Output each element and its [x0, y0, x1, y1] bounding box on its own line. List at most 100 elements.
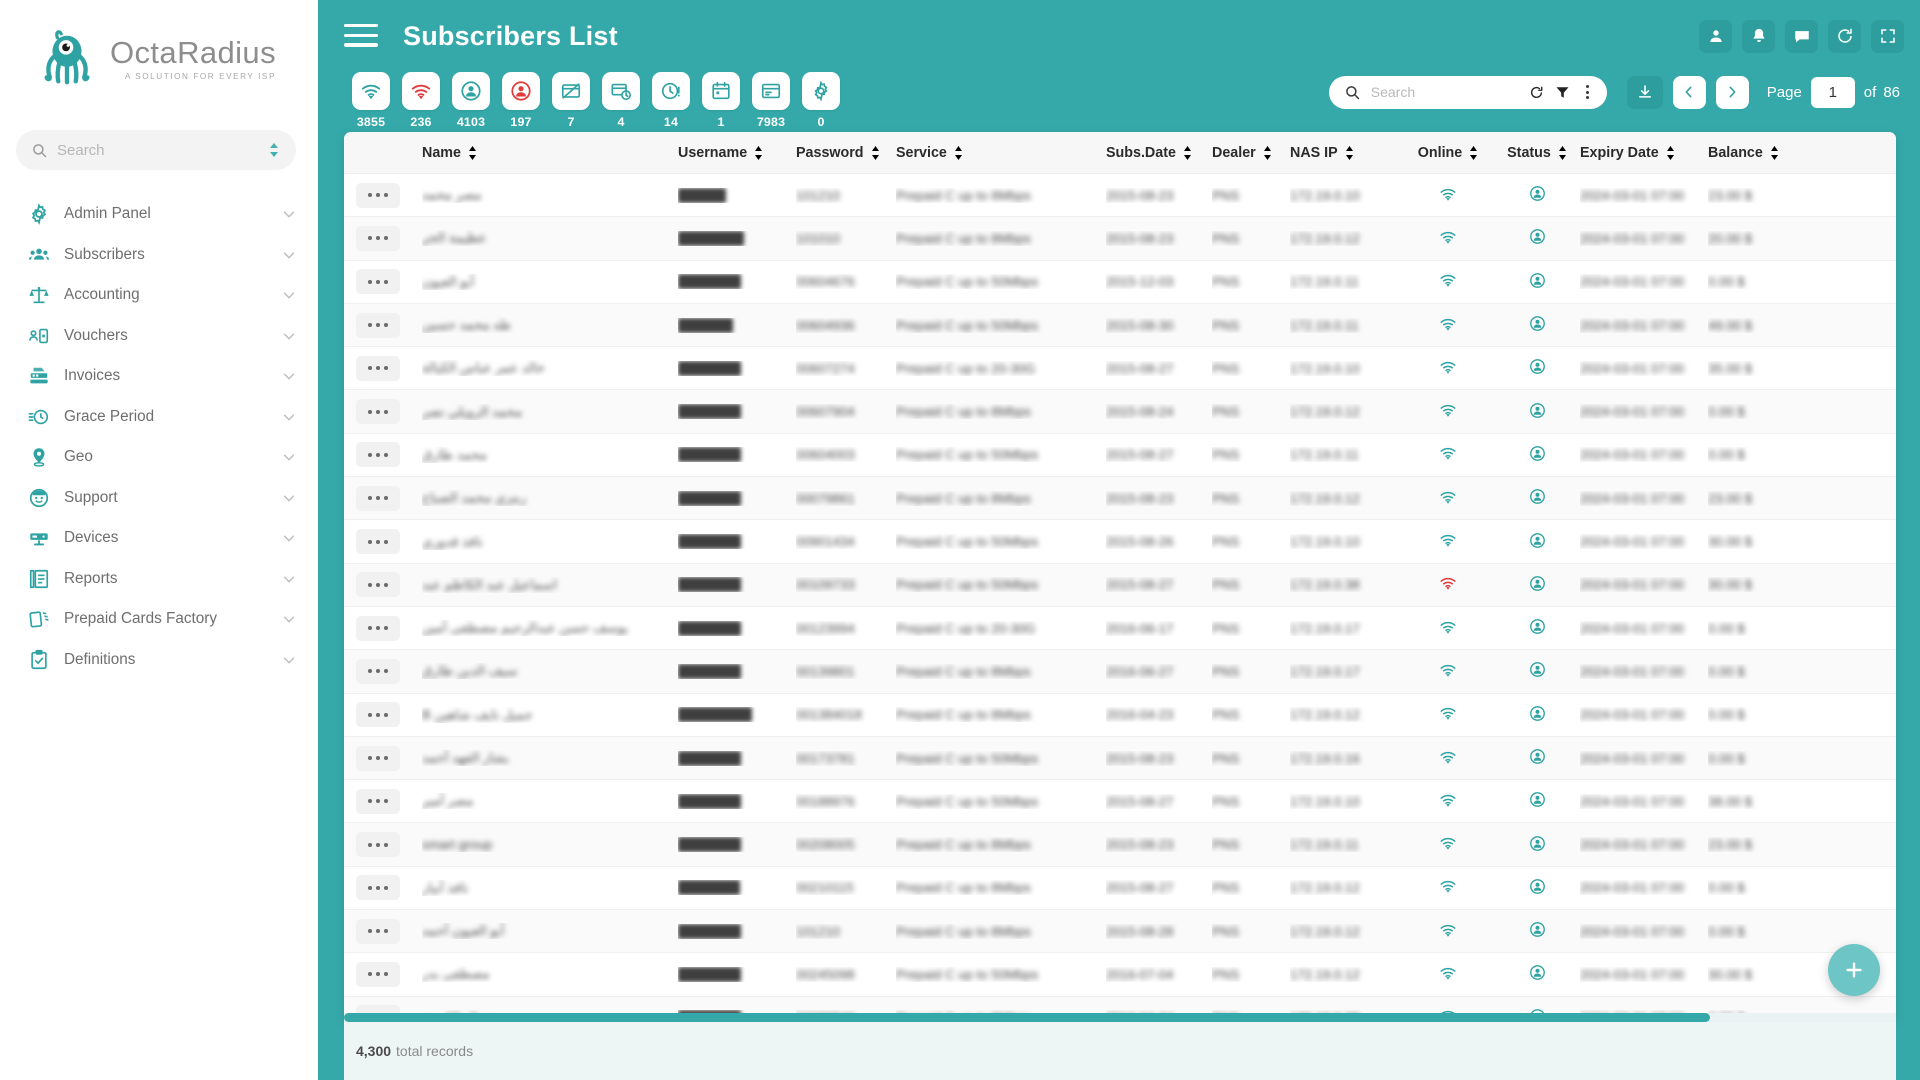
stat-settings[interactable]: 0: [802, 72, 840, 129]
sidebar-item-admin-panel[interactable]: Admin Panel: [0, 194, 318, 235]
add-subscriber-button[interactable]: [1828, 944, 1880, 996]
row-actions-button[interactable]: [356, 615, 400, 641]
chevron-down-icon[interactable]: [282, 491, 296, 505]
account-button[interactable]: [1699, 19, 1732, 53]
sidebar-item-vouchers[interactable]: Vouchers: [0, 316, 318, 357]
sidebar-item-subscribers[interactable]: Subscribers: [0, 235, 318, 276]
row-actions-button[interactable]: [356, 312, 400, 338]
chevron-down-icon[interactable]: [282, 288, 296, 302]
sidebar-item-invoices[interactable]: Invoices: [0, 356, 318, 397]
row-actions-button[interactable]: [356, 788, 400, 814]
download-button[interactable]: [1626, 75, 1663, 109]
messages-button[interactable]: [1785, 19, 1818, 53]
row-actions-button[interactable]: [356, 225, 400, 251]
prev-page-button[interactable]: [1672, 75, 1706, 109]
stat-wifi-online[interactable]: 3855: [352, 72, 390, 129]
chevron-down-icon[interactable]: [282, 410, 296, 424]
row-actions-button[interactable]: [356, 832, 400, 858]
row-actions-button[interactable]: [356, 182, 400, 208]
table-row[interactable]: مصر محمد 602807101210 Prepaid C up to 8Mbp…: [344, 174, 1896, 218]
col-online[interactable]: Online: [1402, 145, 1494, 161]
sidebar-item-reports[interactable]: Reports: [0, 559, 318, 600]
horizontal-scrollbar[interactable]: [344, 1013, 1896, 1022]
sidebar-item-definitions[interactable]: Definitions: [0, 640, 318, 681]
sidebar-item-accounting[interactable]: Accounting: [0, 275, 318, 316]
table-row[interactable]: محمد طارق 0060400300604003 Prepaid C up to…: [344, 434, 1896, 478]
scrollbar-thumb[interactable]: [344, 1013, 1710, 1022]
chevron-down-icon[interactable]: [282, 612, 296, 626]
refresh-icon[interactable]: [1529, 85, 1544, 100]
table-row[interactable]: مصر أمير 0018897600188976 Prepaid C up to …: [344, 780, 1896, 824]
row-actions-button[interactable]: [356, 745, 400, 771]
chevron-down-icon[interactable]: [282, 248, 296, 262]
row-actions-button[interactable]: [356, 355, 400, 381]
chevron-down-icon[interactable]: [282, 329, 296, 343]
row-actions-button[interactable]: [356, 875, 400, 901]
col-dealer[interactable]: Dealer: [1212, 145, 1290, 161]
chevron-down-icon[interactable]: [282, 369, 296, 383]
table-row[interactable]: جمال الكردي0027384600273846Prepaid C up …: [344, 996, 1896, 1013]
col-status[interactable]: Status: [1494, 145, 1580, 161]
col-balance[interactable]: Balance: [1708, 145, 1798, 161]
table-row[interactable]: يوسف حسن عبدالرحيم مصطفى أمين 00123994001…: [344, 607, 1896, 651]
row-actions-button[interactable]: [356, 961, 400, 987]
chevron-down-icon[interactable]: [282, 653, 296, 667]
col-name[interactable]: Name: [422, 145, 678, 161]
next-page-button[interactable]: [1715, 75, 1749, 109]
refresh-button[interactable]: [1828, 19, 1861, 53]
table-row[interactable]: smart group 0020800500208005 Prepaid C up …: [344, 823, 1896, 867]
table-row[interactable]: اسماعيل عبد الكاظم عبد 0010973300109733 Pr…: [344, 563, 1896, 607]
more-vertical-icon[interactable]: [1581, 85, 1595, 99]
table-row[interactable]: أبو العيون أحمد 00241826101210 Prepaid C u…: [344, 910, 1896, 954]
sidebar-item-geo[interactable]: Geo: [0, 437, 318, 478]
chevron-down-icon[interactable]: [282, 572, 296, 586]
sort-toggle-icon[interactable]: [268, 141, 280, 159]
row-actions-button[interactable]: [356, 572, 400, 598]
stat-user-disabled[interactable]: 197: [502, 72, 540, 129]
table-row[interactable]: جميل نايف شاهين B 00138401/8001384018 Prep…: [344, 694, 1896, 737]
filter-icon[interactable]: [1555, 85, 1570, 100]
stat-card-archive[interactable]: 7983: [752, 72, 790, 129]
stat-user-active[interactable]: 4103: [452, 72, 490, 129]
row-actions-button[interactable]: [356, 918, 400, 944]
table-row[interactable]: بشار الفهد أحمد 0017378100173781 Prepaid C…: [344, 736, 1896, 781]
row-actions-button[interactable]: [356, 399, 400, 425]
table-row[interactable]: نافذ أبيار 0021011500210115 Prepaid C up t…: [344, 867, 1896, 911]
row-actions-button[interactable]: [356, 442, 400, 468]
table-row[interactable]: نافذ قدوري 0090143400901434 Prepaid C up t…: [344, 520, 1896, 564]
brand-logo[interactable]: OctaRadius A SOLUTION FOR EVERY ISP: [0, 0, 318, 118]
table-row[interactable]: محمد الرويلي نصر 0060790400607904 Prepaid …: [344, 390, 1896, 434]
row-actions-button[interactable]: [356, 529, 400, 555]
col-subs-date[interactable]: Subs.Date: [1106, 145, 1212, 161]
table-row[interactable]: سيف الدين طارق 0013980100139801 Prepaid C …: [344, 650, 1896, 694]
notifications-button[interactable]: [1742, 19, 1775, 53]
sidebar-item-grace-period[interactable]: Grace Period: [0, 397, 318, 438]
sidebar-item-support[interactable]: Support: [0, 478, 318, 519]
col-expiry-date[interactable]: Expiry Date: [1580, 145, 1708, 161]
table-row[interactable]: عظيمة الحر 600527/68101010 Prepaid C up to…: [344, 217, 1896, 261]
row-actions-button[interactable]: [356, 485, 400, 511]
col-service[interactable]: Service: [896, 145, 1106, 161]
chevron-down-icon[interactable]: [282, 207, 296, 221]
chevron-down-icon[interactable]: [282, 450, 296, 464]
col-nas-ip[interactable]: NAS IP: [1290, 145, 1402, 161]
table-row[interactable]: رمزي محمد الصباح 0007986100079861 Prepaid …: [344, 477, 1896, 521]
search-input[interactable]: Search: [1328, 75, 1607, 109]
row-actions-button[interactable]: [356, 269, 400, 295]
col-password[interactable]: Password: [796, 145, 896, 161]
row-actions-button[interactable]: [356, 1005, 400, 1013]
fullscreen-button[interactable]: [1871, 19, 1904, 53]
stat-grace-clock[interactable]: 14: [652, 72, 690, 129]
sidebar-item-devices[interactable]: Devices: [0, 518, 318, 559]
sidebar-item-prepaid-cards-factory[interactable]: Prepaid Cards Factory: [0, 599, 318, 640]
col-username[interactable]: Username: [678, 145, 796, 161]
table-row[interactable]: طه محمد حسين 060493600604936 Prepaid C up …: [344, 303, 1896, 348]
chevron-down-icon[interactable]: [282, 531, 296, 545]
table-row[interactable]: خالد عمر عباس الكيالة 0060727400607274 Pre…: [344, 347, 1896, 391]
table-row[interactable]: مصطفى بدر 0024509800245098 Prepaid C up to…: [344, 953, 1896, 997]
table-row[interactable]: أبو العيون 0060467600604676 Prepaid C up t…: [344, 261, 1896, 304]
row-actions-button[interactable]: [356, 658, 400, 684]
stat-card-expiring[interactable]: 4: [602, 72, 640, 129]
stat-no-invoice[interactable]: 7: [552, 72, 590, 129]
row-actions-button[interactable]: [356, 702, 400, 728]
